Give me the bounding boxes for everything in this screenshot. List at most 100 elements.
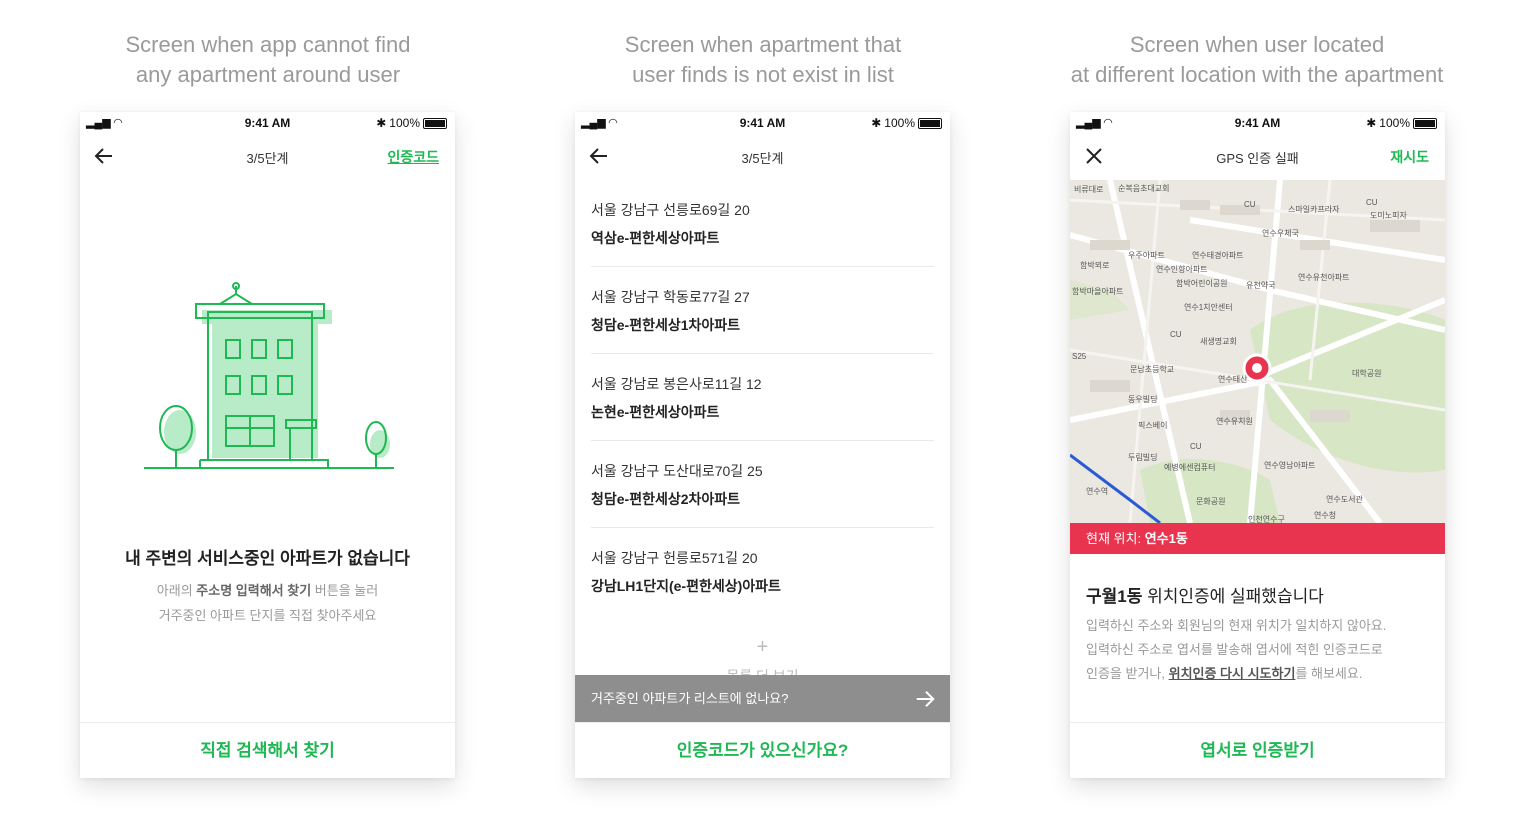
auth-code-link[interactable]: 인증코드 [387, 147, 439, 167]
empty-state-title: 내 주변의 서비스중인 아파트가 없습니다 [125, 549, 410, 568]
map-label: 비류대로 [1074, 185, 1104, 194]
search-directly-button[interactable]: 직접 검색해서 찾기 [80, 722, 455, 778]
apartment-address: 서울 강남구 선릉로69길 20 [591, 202, 750, 218]
map-label: CU [1244, 200, 1256, 209]
map-label: 연수1치안센터 [1184, 303, 1233, 312]
map-label: 연수태경아파트 [1192, 251, 1244, 260]
map-label: 대학공원 [1352, 369, 1382, 378]
battery-indicator: ✱ 100% [376, 116, 447, 130]
map-label: 동우빌딩 [1128, 395, 1158, 404]
list-item[interactable]: 서울 강남구 학동로77길 27 청담e-편한세상1차아파트 [591, 267, 934, 354]
map-label: 함박뫼로 [1080, 261, 1110, 270]
list-item[interactable]: 서울 강남구 헌릉로571길 20 강남LH1단지(e-편한세상)아파트 [591, 528, 934, 615]
bluetooth-icon: ✱ [1366, 116, 1377, 130]
have-auth-code-button[interactable]: 인증코드가 있으신가요? [575, 722, 950, 778]
map-label: 연수인향아파트 [1156, 265, 1208, 274]
map-label: 함박어린이공원 [1176, 279, 1228, 288]
status-bar: ▂▄▆ ◠ 9:41 AM ✱ 100% [1070, 112, 1445, 134]
postcard-auth-button[interactable]: 엽서로 인증받기 [1070, 722, 1445, 778]
battery-percent: 100% [389, 116, 420, 130]
apartment-name: 청담e-편한세상1차아파트 [591, 317, 741, 333]
map-label: 연수청 [1314, 511, 1337, 520]
map-label: S25 [1072, 352, 1087, 361]
map-label: 순복음초대교회 [1118, 184, 1170, 193]
desc-text: 를 해보세요. [1295, 666, 1363, 681]
fail-text: 위치인증에 실패했습니다 [1142, 587, 1324, 606]
apartment-address: 서울 강남구 학동로77길 27 [591, 289, 750, 305]
map-label: 예병에센컴퓨터 [1164, 463, 1216, 472]
map-label: 스마일카프라자 [1288, 205, 1340, 214]
status-bar: ▂▄▆ ◠ 9:41 AM ✱ 100% [80, 112, 455, 134]
apartment-name: 청담e-편한세상2차아파트 [591, 491, 741, 507]
map-label: 연수역 [1086, 487, 1109, 496]
map-label: CU [1366, 198, 1378, 207]
map-label: 함박마을아파트 [1072, 287, 1124, 296]
nav-bar: 3/5단계 [575, 138, 950, 174]
map-view[interactable]: 비류대로 순복음초대교회 CU 스마일카프라자 CU 도미노피자 연수우체국 함… [1070, 180, 1445, 523]
battery-icon [423, 117, 447, 129]
step-indicator: 3/5단계 [741, 151, 784, 166]
not-in-list-banner[interactable]: 거주중인 아파트가 리스트에 없나요? [575, 675, 950, 723]
bluetooth-icon: ✱ [376, 116, 387, 130]
desc-text: 입력하신 주소와 회원님의 현재 위치가 일치하지 않아요. [1086, 618, 1387, 633]
desc-text: 인증을 받거나, [1086, 666, 1169, 681]
list-item[interactable]: 서울 강남로 봉은사로11길 12 논현e-편한세상아파트 [591, 354, 934, 441]
bluetooth-icon: ✱ [871, 116, 882, 130]
apartment-address: 서울 강남구 도산대로70길 25 [591, 463, 763, 479]
map-label: 연수영남아파트 [1264, 461, 1316, 470]
desc-highlight: 주소명 입력해서 찾기 [196, 583, 312, 598]
caption-line: Screen when apartment that [624, 32, 902, 57]
desc-text: 아래의 [156, 583, 197, 598]
list-item[interactable]: 서울 강남구 선릉로69길 20 역삼e-편한세상아파트 [591, 180, 934, 267]
battery-indicator: ✱ 100% [871, 116, 942, 130]
desc-text: 거주중인 아파트 단지를 직접 찾아주세요 [158, 608, 377, 623]
apartment-address: 서울 강남로 봉은사로11길 12 [591, 376, 762, 392]
map-label: 픽스베이 [1138, 421, 1168, 430]
map-label: 연수도서관 [1326, 495, 1363, 504]
caption-line: at different location with the apartment [1070, 62, 1444, 87]
desc-text: 버튼을 눌러 [311, 583, 379, 598]
map-label: 연수유치원 [1216, 417, 1253, 426]
map-label: 도미노피자 [1370, 211, 1407, 220]
retry-link[interactable]: 재시도 [1390, 147, 1429, 167]
battery-percent: 100% [1379, 116, 1410, 130]
map-label: CU [1170, 330, 1182, 339]
map-label: 인천연수구 [1248, 515, 1285, 523]
nav-bar: GPS 인증 실패 재시도 [1070, 138, 1445, 174]
retry-location-link[interactable]: 위치인증 다시 시도하기 [1169, 666, 1296, 681]
empty-state-description: 아래의 주소명 입력해서 찾기 버튼을 눌러 거주중인 아파트 단지를 직접 찾… [80, 578, 455, 628]
nav-bar: 3/5단계 인증코드 [80, 138, 455, 174]
map-label: 유천약국 [1246, 281, 1276, 290]
map-label: 연수우체국 [1262, 229, 1299, 238]
apartment-address: 서울 강남구 헌릉로571길 20 [591, 550, 758, 566]
plus-icon[interactable]: + [575, 636, 950, 659]
caption-line: user finds is not exist in list [632, 62, 894, 87]
map-label: 문남초등학교 [1130, 365, 1175, 374]
caption-screen-2: Screen when apartment that user finds is… [533, 30, 993, 90]
list-item[interactable]: 서울 강남구 도산대로70길 25 청담e-편한세상2차아파트 [591, 441, 934, 528]
screen-title: GPS 인증 실패 [1216, 151, 1299, 166]
battery-indicator: ✱ 100% [1366, 116, 1437, 130]
map-graphics [1070, 180, 1445, 523]
battery-icon [1413, 117, 1437, 129]
desc-text: 입력하신 주소로 엽서를 발송해 엽서에 적힌 인증코드로 [1086, 642, 1383, 657]
building-illustration [144, 282, 394, 469]
caption-screen-3: Screen when user located at different lo… [1027, 30, 1487, 90]
caption-line: any apartment around user [135, 62, 401, 87]
status-bar: ▂▄▆ ◠ 9:41 AM ✱ 100% [575, 112, 950, 134]
map-label: 새생명교회 [1200, 337, 1237, 346]
map-label: 문화공원 [1196, 497, 1226, 506]
caption-line: Screen when user located [1129, 32, 1385, 57]
caption-line: Screen when app cannot find [125, 32, 411, 57]
current-location-bar: 현재 위치: 연수1동 [1070, 523, 1445, 554]
location-label: 현재 위치: [1086, 531, 1145, 546]
apartment-name: 논현e-편한세상아파트 [591, 404, 720, 420]
map-label: 우주아파트 [1128, 251, 1165, 260]
location-value: 연수1동 [1144, 531, 1188, 546]
location-pin-icon [1244, 355, 1270, 381]
fail-description: 입력하신 주소와 회원님의 현재 위치가 일치하지 않아요. 입력하신 주소로 … [1086, 614, 1433, 686]
battery-percent: 100% [884, 116, 915, 130]
phone-screen-no-apartment: ▂▄▆ ◠ 9:41 AM ✱ 100% 3/5단계 인증코드 내 주변의 서비… [80, 112, 455, 778]
fail-title: 구월1동 위치인증에 실패했습니다 [1086, 582, 1324, 607]
fail-target-area: 구월1동 [1086, 587, 1143, 606]
